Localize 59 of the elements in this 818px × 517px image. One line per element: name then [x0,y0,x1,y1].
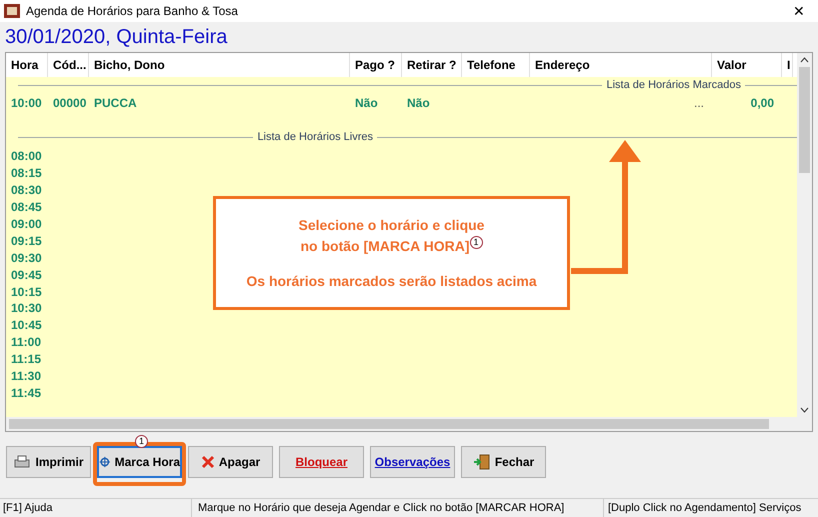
horizontal-scrollbar[interactable] [6,417,812,431]
table-cell-text: 11:15 [10,351,42,368]
step-badge: 1 [470,236,482,248]
window-title: Agenda de Horários para Banho & Tosa [26,3,239,20]
scrollbar-thumb[interactable] [799,67,810,173]
status-text: [F1] Ajuda [0,499,192,517]
date-heading: 30/01/2020, Quinta-Feira [5,25,228,50]
door-icon [472,454,491,470]
crosshair-icon [99,454,111,470]
column-header: Bicho, Dono [89,53,350,77]
table-cell-text: PUCCA [93,95,138,112]
column-header: Endereço [530,53,712,77]
toolbar-button[interactable]: Observações [370,446,455,478]
toolbar-button[interactable]: Bloquear [279,446,364,478]
table-cell-text: 09:15 [10,232,43,250]
callout-text: Os horários marcados serão listados acima [246,272,537,290]
toolbar-button[interactable]: Imprimir [6,446,91,478]
table-cell-text: Não [354,95,379,112]
section-title: Lista de Horários Marcados [605,78,742,93]
column-header: Pago ? [350,53,402,77]
toolbar-button[interactable]: Fechar [461,446,546,478]
app-icon [4,4,20,18]
table-cell-text: 08:30 [10,182,43,200]
column-header: Retirar ? [402,53,462,77]
callout-text: Selecione o horário e clique [298,216,484,235]
callout-text: no botão [MARCA HORA] [300,236,470,256]
scrollbar-thumb[interactable] [9,419,769,429]
table-cell-text: Não [406,95,431,112]
vertical-scrollbar[interactable] [797,53,812,417]
table-cell-text: 08:15 [10,165,43,182]
close-button[interactable]: ✕ [784,0,814,22]
toolbar-button[interactable]: Marca Hora [97,446,182,478]
table-cell-text: 09:00 [10,216,43,234]
printer-icon [13,454,32,470]
column-header: I [782,53,793,77]
status-text: Marque no Horário que deseja Agendar e Click no botão [MARCAR HORA] [192,499,604,517]
step-badge: 1 [135,435,148,448]
table-cell-text: 08:00 [10,148,43,166]
table-cell-text: ... [694,95,704,112]
table-cell-text: 0,00 [750,95,774,112]
section-title: Lista de Horários Livres [256,130,374,145]
table-cell-text: 11:00 [10,334,42,352]
close-icon [200,455,215,469]
status-text: [Duplo Click no Agendamento] Serviços [607,500,802,516]
table-cell-text: 09:30 [10,250,43,267]
column-header: Valor [712,53,782,77]
table-cell-text: 10:00 [10,95,43,112]
table-cell-text: 09:45 [10,266,43,284]
table-cell-text: 08:45 [10,199,43,216]
column-header: Telefone [462,53,530,77]
toolbar-button[interactable]: Apagar [188,446,273,478]
table-cell-text: 00000 [52,95,88,112]
table-cell-text: 10:30 [10,300,43,318]
column-header: Cód... [48,53,89,77]
table-cell-text: 11:45 [10,384,42,402]
table-cell-text: 10:15 [10,284,43,301]
column-header: Hora [6,53,48,77]
table-cell-text: 10:45 [10,317,43,334]
table-cell-text: 11:30 [10,368,42,386]
